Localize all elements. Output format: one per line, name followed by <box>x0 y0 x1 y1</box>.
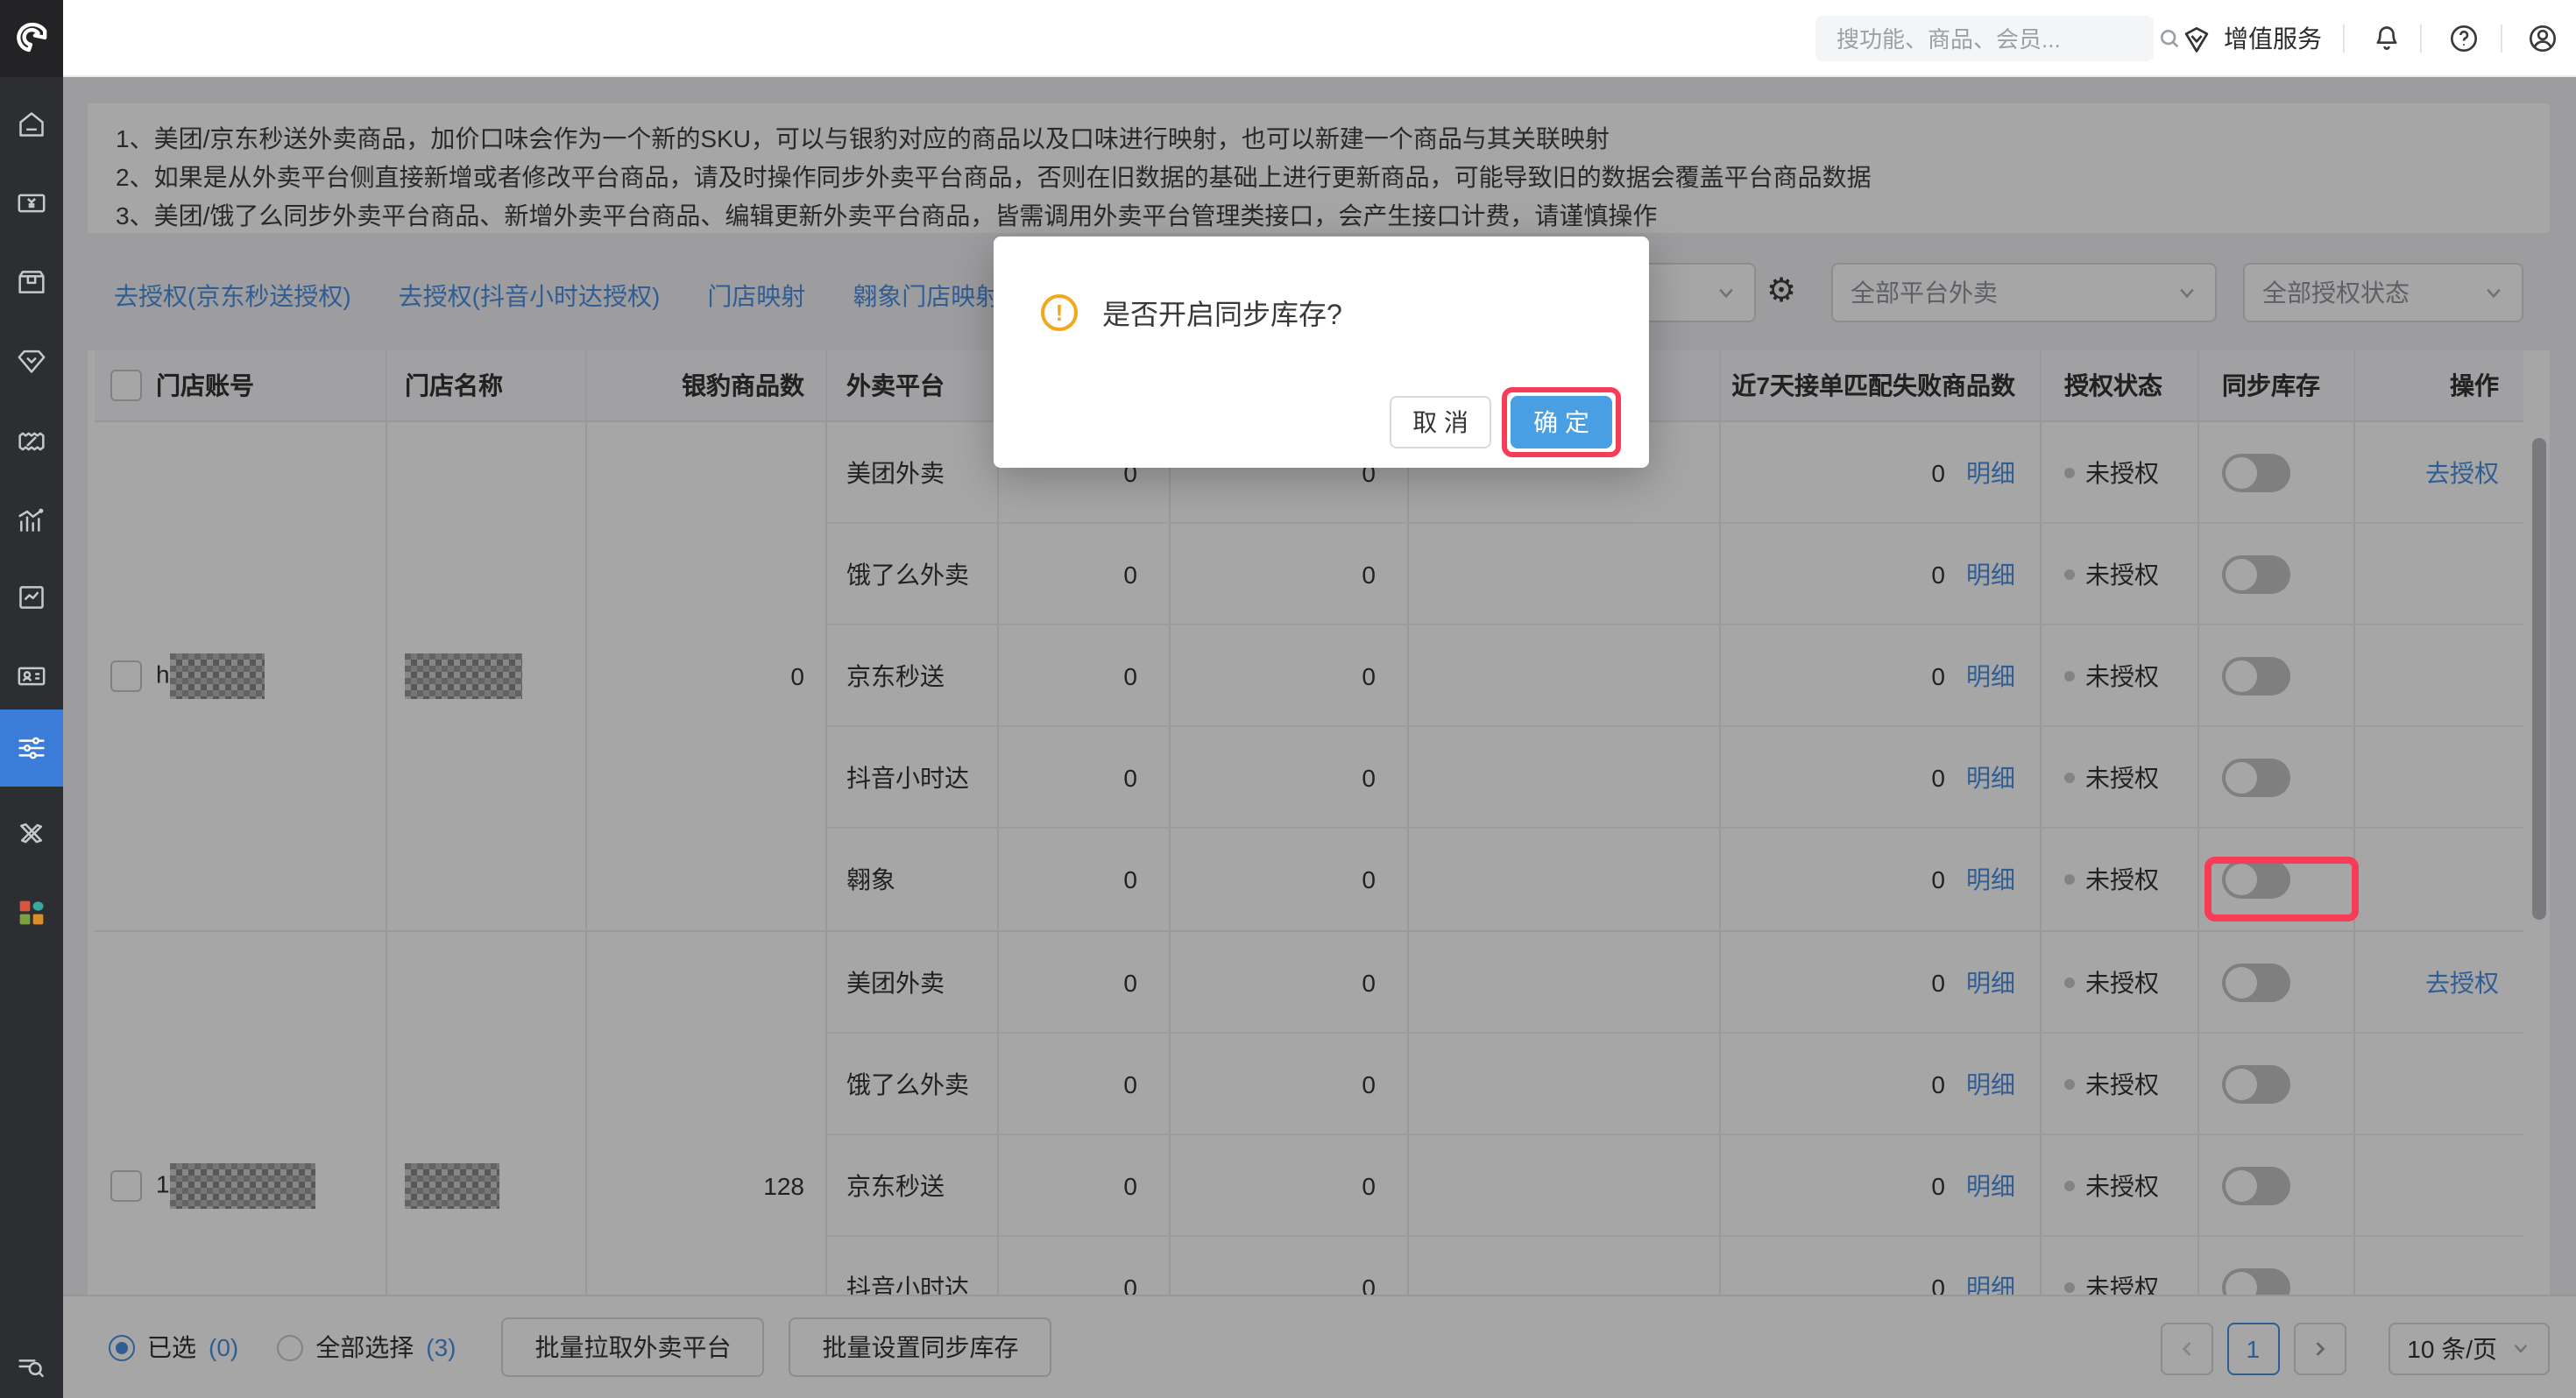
vas-label: 增值服务 <box>2224 21 2322 56</box>
banknote-icon <box>14 186 49 221</box>
sliders-icon <box>14 731 49 766</box>
sidebar-item-cash[interactable] <box>0 179 63 228</box>
chart-icon <box>14 503 49 538</box>
apps-grid-icon <box>14 895 49 930</box>
ok-button[interactable]: 确 定 <box>1511 396 1612 448</box>
id-card-icon <box>14 659 49 694</box>
toggle-highlight-annotation <box>2204 857 2359 921</box>
topbar: 增值服务 <box>0 0 2576 77</box>
topbar-divider <box>2501 25 2502 53</box>
topbar-divider <box>2420 25 2422 53</box>
sidebar-item-search[interactable] <box>0 1342 63 1391</box>
user-account-icon[interactable] <box>2525 21 2560 56</box>
leopard-logo-icon <box>9 16 54 61</box>
sidebar-item-channel-settings[interactable] <box>0 710 63 787</box>
cancel-button[interactable]: 取 消 <box>1390 396 1491 448</box>
badge-icon <box>2180 22 2213 55</box>
sidebar-item-promotion[interactable] <box>0 417 63 466</box>
global-search[interactable] <box>1815 16 2154 61</box>
ok-button-highlight-annotation: 确 定 <box>1502 387 1621 457</box>
pospal-logo <box>0 0 63 77</box>
notifications-bell-icon[interactable] <box>2369 21 2404 56</box>
sidebar <box>0 77 63 1398</box>
value-added-services-button[interactable]: 增值服务 <box>2180 0 2322 77</box>
sidebar-item-tools[interactable] <box>0 809 63 858</box>
dialog-title: 是否开启同步库存? <box>1102 291 1342 333</box>
sidebar-item-staff[interactable] <box>0 652 63 701</box>
sidebar-item-apps[interactable] <box>0 888 63 937</box>
report-icon <box>14 580 49 615</box>
sidebar-item-report[interactable] <box>0 573 63 622</box>
app-window: 增值服务 <box>0 0 2576 1398</box>
sidebar-item-membership[interactable] <box>0 336 63 385</box>
coupon-icon <box>14 424 49 459</box>
search-input[interactable] <box>1815 25 2155 52</box>
gem-icon <box>14 343 49 378</box>
sidebar-item-goods[interactable] <box>0 258 63 307</box>
help-icon[interactable] <box>2446 21 2481 56</box>
warning-icon: ! <box>1041 293 1078 330</box>
crossed-tools-icon <box>14 816 49 851</box>
list-search-icon <box>14 1349 49 1384</box>
sidebar-item-home[interactable] <box>0 100 63 149</box>
sidebar-item-statistics[interactable] <box>0 496 63 545</box>
confirm-dialog: ! 是否开启同步库存? 取 消 确 定 <box>994 237 1649 468</box>
package-icon <box>14 265 49 300</box>
topbar-divider <box>2343 25 2345 53</box>
content-area: 1、美团/京东秒送外卖商品，加价口味会作为一个新的SKU，可以与银豹对应的商品以… <box>63 77 2576 1398</box>
home-icon <box>14 107 49 142</box>
